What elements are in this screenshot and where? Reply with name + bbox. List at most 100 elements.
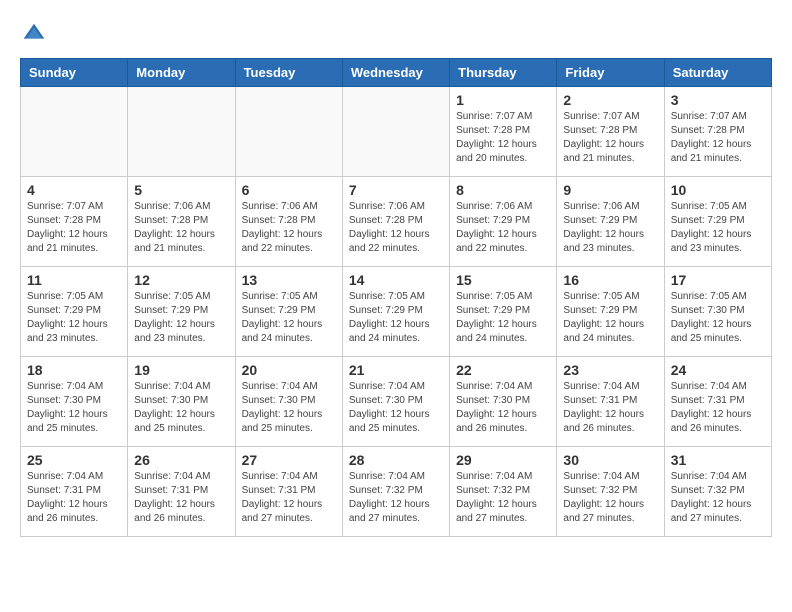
calendar-cell: 7 Sunrise: 7:06 AM Sunset: 7:28 PM Daylig… (342, 177, 449, 267)
day-info: Sunrise: 7:06 AM Sunset: 7:28 PM Dayligh… (349, 200, 443, 256)
day-number: 28 (349, 452, 443, 468)
calendar-week-row: 25 Sunrise: 7:04 AM Sunset: 7:31 PM Dayli… (21, 447, 772, 537)
day-info: Sunrise: 7:05 AM Sunset: 7:29 PM Dayligh… (349, 290, 443, 346)
col-header-tuesday: Tuesday (235, 59, 342, 87)
day-number: 2 (563, 92, 657, 108)
day-number: 9 (563, 182, 657, 198)
calendar-cell: 14Sunrise: 7:05 AM Sunset: 7:29 PM Dayli… (342, 267, 449, 357)
calendar-cell: 5 Sunrise: 7:06 AM Sunset: 7:28 PM Daylig… (128, 177, 235, 267)
day-number: 10 (671, 182, 765, 198)
calendar-cell: 23 Sunrise: 7:04 AM Sunset: 7:31 PM Dayli… (557, 357, 664, 447)
calendar-week-row: 18 Sunrise: 7:04 AM Sunset: 7:30 PM Dayli… (21, 357, 772, 447)
calendar-cell: 22Sunrise: 7:04 AM Sunset: 7:30 PM Dayli… (450, 357, 557, 447)
calendar-header-row: SundayMondayTuesdayWednesdayThursdayFrid… (21, 59, 772, 87)
day-number: 29 (456, 452, 550, 468)
day-info: Sunrise: 7:05 AM Sunset: 7:29 PM Dayligh… (456, 290, 550, 346)
calendar-week-row: 11 Sunrise: 7:05 AM Sunset: 7:29 PM Dayli… (21, 267, 772, 357)
day-info: Sunrise: 7:04 AM Sunset: 7:30 PM Dayligh… (349, 380, 443, 436)
day-number: 12 (134, 272, 228, 288)
day-info: Sunrise: 7:06 AM Sunset: 7:28 PM Dayligh… (134, 200, 228, 256)
day-info: Sunrise: 7:04 AM Sunset: 7:32 PM Dayligh… (349, 470, 443, 526)
day-number: 13 (242, 272, 336, 288)
day-info: Sunrise: 7:06 AM Sunset: 7:29 PM Dayligh… (563, 200, 657, 256)
page-header (20, 20, 772, 48)
calendar-cell: 9 Sunrise: 7:06 AM Sunset: 7:29 PM Daylig… (557, 177, 664, 267)
day-number: 1 (456, 92, 550, 108)
day-info: Sunrise: 7:04 AM Sunset: 7:32 PM Dayligh… (671, 470, 765, 526)
day-info: Sunrise: 7:04 AM Sunset: 7:31 PM Dayligh… (27, 470, 121, 526)
day-info: Sunrise: 7:05 AM Sunset: 7:29 PM Dayligh… (134, 290, 228, 346)
day-number: 30 (563, 452, 657, 468)
calendar-cell: 6 Sunrise: 7:06 AM Sunset: 7:28 PM Daylig… (235, 177, 342, 267)
day-info: Sunrise: 7:07 AM Sunset: 7:28 PM Dayligh… (671, 110, 765, 166)
day-number: 17 (671, 272, 765, 288)
calendar-cell (128, 87, 235, 177)
day-number: 24 (671, 362, 765, 378)
calendar-cell: 8 Sunrise: 7:06 AM Sunset: 7:29 PM Daylig… (450, 177, 557, 267)
day-info: Sunrise: 7:04 AM Sunset: 7:30 PM Dayligh… (134, 380, 228, 436)
col-header-friday: Friday (557, 59, 664, 87)
day-info: Sunrise: 7:05 AM Sunset: 7:29 PM Dayligh… (563, 290, 657, 346)
day-number: 20 (242, 362, 336, 378)
calendar-cell: 31 Sunrise: 7:04 AM Sunset: 7:32 PM Dayli… (664, 447, 771, 537)
calendar-cell: 15Sunrise: 7:05 AM Sunset: 7:29 PM Dayli… (450, 267, 557, 357)
calendar-cell: 16 Sunrise: 7:05 AM Sunset: 7:29 PM Dayli… (557, 267, 664, 357)
calendar-cell: 27 Sunrise: 7:04 AM Sunset: 7:31 PM Dayli… (235, 447, 342, 537)
day-number: 27 (242, 452, 336, 468)
calendar-cell: 30 Sunrise: 7:04 AM Sunset: 7:32 PM Dayli… (557, 447, 664, 537)
day-info: Sunrise: 7:04 AM Sunset: 7:30 PM Dayligh… (242, 380, 336, 436)
day-info: Sunrise: 7:05 AM Sunset: 7:29 PM Dayligh… (27, 290, 121, 346)
calendar-cell (21, 87, 128, 177)
day-number: 5 (134, 182, 228, 198)
day-number: 22 (456, 362, 550, 378)
calendar-week-row: 1 Sunrise: 7:07 AM Sunset: 7:28 PM Daylig… (21, 87, 772, 177)
col-header-saturday: Saturday (664, 59, 771, 87)
day-number: 16 (563, 272, 657, 288)
calendar-cell: 17 Sunrise: 7:05 AM Sunset: 7:30 PM Dayli… (664, 267, 771, 357)
day-info: Sunrise: 7:04 AM Sunset: 7:31 PM Dayligh… (563, 380, 657, 436)
calendar-cell: 11 Sunrise: 7:05 AM Sunset: 7:29 PM Dayli… (21, 267, 128, 357)
calendar-cell: 13 Sunrise: 7:05 AM Sunset: 7:29 PM Dayli… (235, 267, 342, 357)
calendar-cell: 12 Sunrise: 7:05 AM Sunset: 7:29 PM Dayli… (128, 267, 235, 357)
col-header-monday: Monday (128, 59, 235, 87)
calendar-cell: 4 Sunrise: 7:07 AM Sunset: 7:28 PM Daylig… (21, 177, 128, 267)
day-info: Sunrise: 7:05 AM Sunset: 7:29 PM Dayligh… (242, 290, 336, 346)
col-header-thursday: Thursday (450, 59, 557, 87)
day-info: Sunrise: 7:06 AM Sunset: 7:28 PM Dayligh… (242, 200, 336, 256)
day-info: Sunrise: 7:04 AM Sunset: 7:31 PM Dayligh… (242, 470, 336, 526)
day-info: Sunrise: 7:04 AM Sunset: 7:31 PM Dayligh… (671, 380, 765, 436)
day-number: 6 (242, 182, 336, 198)
calendar-cell: 19 Sunrise: 7:04 AM Sunset: 7:30 PM Dayli… (128, 357, 235, 447)
day-number: 8 (456, 182, 550, 198)
day-number: 26 (134, 452, 228, 468)
calendar-cell: 25 Sunrise: 7:04 AM Sunset: 7:31 PM Dayli… (21, 447, 128, 537)
calendar-table: SundayMondayTuesdayWednesdayThursdayFrid… (20, 58, 772, 537)
day-info: Sunrise: 7:05 AM Sunset: 7:30 PM Dayligh… (671, 290, 765, 346)
day-info: Sunrise: 7:05 AM Sunset: 7:29 PM Dayligh… (671, 200, 765, 256)
day-info: Sunrise: 7:04 AM Sunset: 7:32 PM Dayligh… (456, 470, 550, 526)
day-number: 7 (349, 182, 443, 198)
day-number: 23 (563, 362, 657, 378)
calendar-cell: 24 Sunrise: 7:04 AM Sunset: 7:31 PM Dayli… (664, 357, 771, 447)
day-info: Sunrise: 7:06 AM Sunset: 7:29 PM Dayligh… (456, 200, 550, 256)
day-number: 31 (671, 452, 765, 468)
day-number: 19 (134, 362, 228, 378)
day-number: 21 (349, 362, 443, 378)
day-number: 11 (27, 272, 121, 288)
day-number: 18 (27, 362, 121, 378)
calendar-cell: 20 Sunrise: 7:04 AM Sunset: 7:30 PM Dayli… (235, 357, 342, 447)
day-number: 4 (27, 182, 121, 198)
calendar-cell: 26 Sunrise: 7:04 AM Sunset: 7:31 PM Dayli… (128, 447, 235, 537)
day-info: Sunrise: 7:07 AM Sunset: 7:28 PM Dayligh… (27, 200, 121, 256)
calendar-cell (342, 87, 449, 177)
calendar-cell: 2Sunrise: 7:07 AM Sunset: 7:28 PM Daylig… (557, 87, 664, 177)
calendar-cell (235, 87, 342, 177)
logo (20, 20, 52, 48)
calendar-cell: 18Sunrise: 7:04 AM Sunset: 7:30 PM Dayli… (21, 357, 128, 447)
day-info: Sunrise: 7:04 AM Sunset: 7:32 PM Dayligh… (563, 470, 657, 526)
day-number: 25 (27, 452, 121, 468)
calendar-cell: 3Sunrise: 7:07 AM Sunset: 7:28 PM Daylig… (664, 87, 771, 177)
logo-icon (20, 20, 48, 48)
col-header-sunday: Sunday (21, 59, 128, 87)
day-info: Sunrise: 7:04 AM Sunset: 7:31 PM Dayligh… (134, 470, 228, 526)
